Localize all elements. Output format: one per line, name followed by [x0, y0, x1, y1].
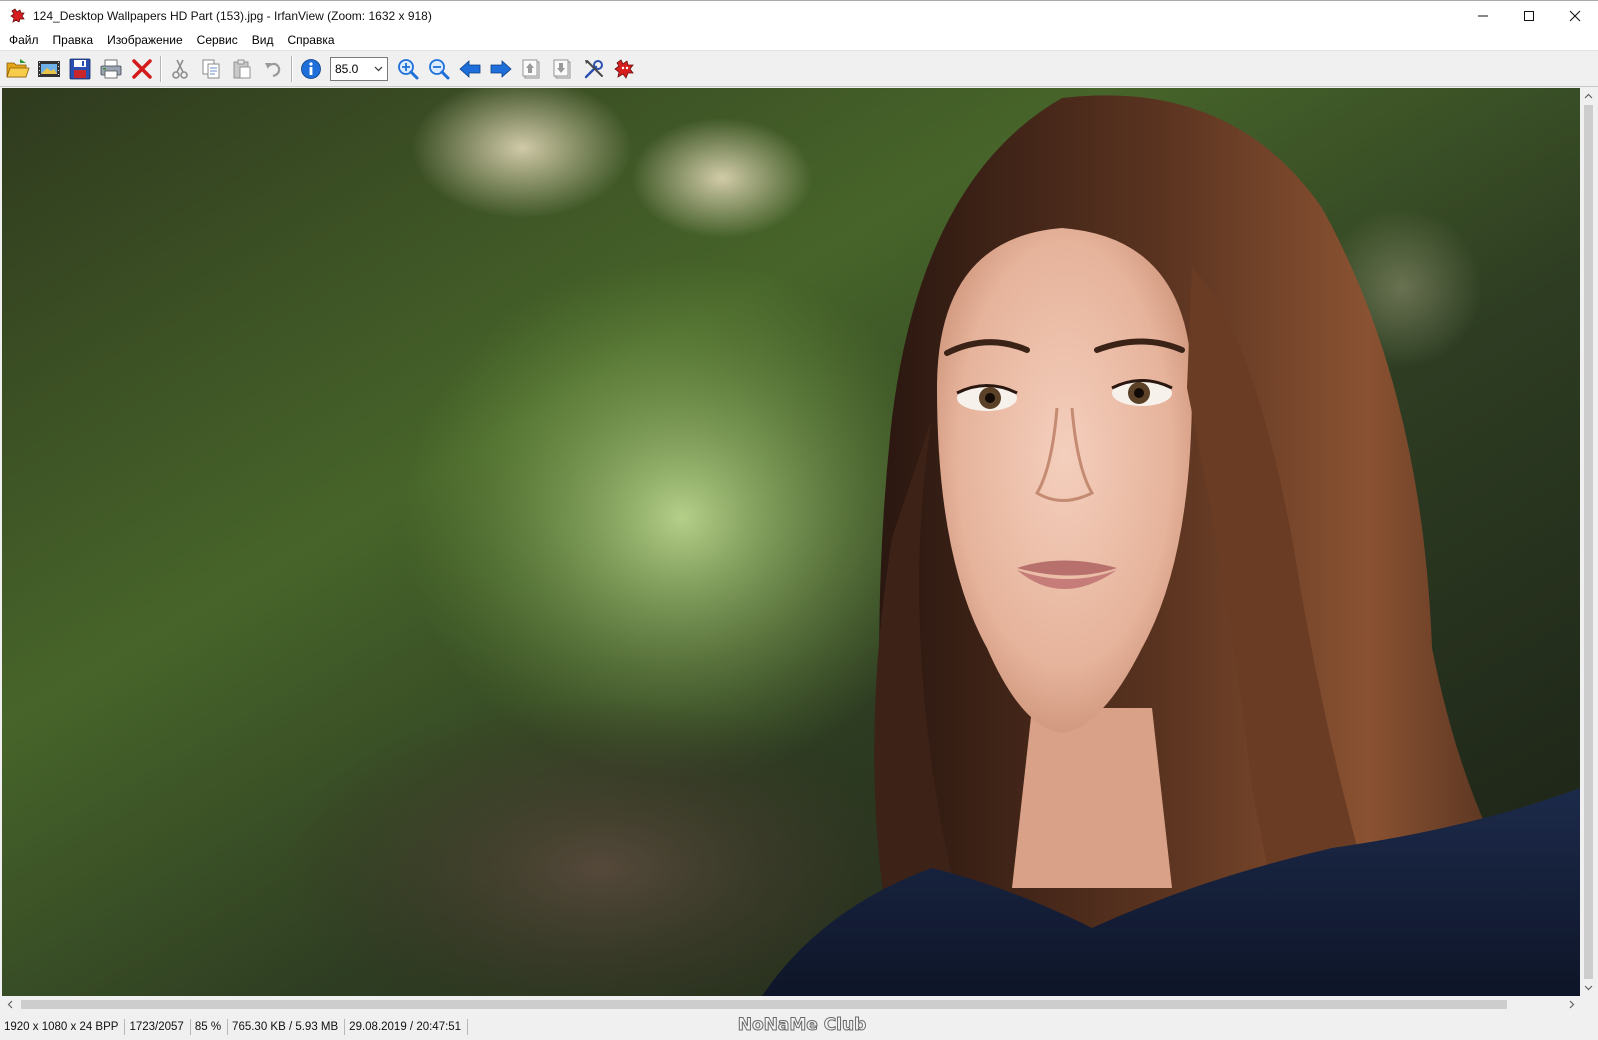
status-dimensions: 1920 x 1080 x 24 BPP: [0, 1018, 126, 1035]
copy-icon[interactable]: [195, 54, 226, 84]
vertical-scroll-thumb[interactable]: [1584, 105, 1593, 979]
zoom-combobox[interactable]: 85.0: [330, 56, 388, 81]
minimize-icon[interactable]: [1460, 1, 1506, 31]
scroll-up-icon[interactable]: [1580, 88, 1597, 105]
menu-file[interactable]: Файл: [2, 30, 46, 50]
status-filesize: 765.30 KB / 5.93 MB: [228, 1018, 346, 1035]
toolbar-separator: [160, 55, 161, 82]
zoom-out-icon[interactable]: [423, 54, 454, 84]
svg-text:NoNaMe Club: NoNaMe Club: [738, 1015, 867, 1035]
save-icon[interactable]: [64, 54, 95, 84]
cut-icon[interactable]: [164, 54, 195, 84]
slideshow-icon[interactable]: [33, 54, 64, 84]
paste-icon[interactable]: [226, 54, 257, 84]
menu-image[interactable]: Изображение: [100, 30, 190, 50]
about-icon[interactable]: [609, 54, 640, 84]
scroll-down-icon[interactable]: [1580, 979, 1597, 996]
title-bar: 124_Desktop Wallpapers HD Part (153).jpg…: [0, 0, 1598, 30]
scrollbar-corner: [1580, 996, 1597, 1013]
status-zoom: 85 %: [191, 1018, 229, 1035]
maximize-icon[interactable]: [1506, 1, 1552, 31]
image-viewer[interactable]: [2, 88, 1580, 996]
first-icon[interactable]: [516, 54, 547, 84]
close-icon[interactable]: [1552, 1, 1598, 31]
menu-bar: Файл Правка Изображение Сервис Вид Справ…: [0, 30, 1598, 50]
delete-icon[interactable]: [126, 54, 157, 84]
photo-canvas: [2, 88, 1580, 996]
undo-icon[interactable]: [257, 54, 288, 84]
watermark-logo: NoNaMe Club: [737, 1015, 867, 1036]
open-icon[interactable]: [2, 54, 33, 84]
menu-edit[interactable]: Правка: [46, 30, 101, 50]
info-icon[interactable]: [295, 54, 326, 84]
toolbar: 85.0: [0, 50, 1598, 87]
last-icon[interactable]: [547, 54, 578, 84]
menu-tools[interactable]: Сервис: [190, 30, 245, 50]
horizontal-scroll-thumb[interactable]: [21, 1000, 1507, 1009]
status-datetime: 29.08.2019 / 20:47:51: [345, 1018, 469, 1035]
irfanview-cat-icon: [9, 7, 27, 25]
status-index: 1723/2057: [125, 1018, 191, 1035]
prev-icon[interactable]: [454, 54, 485, 84]
print-icon[interactable]: [95, 54, 126, 84]
scroll-left-icon[interactable]: [2, 996, 19, 1013]
settings-icon[interactable]: [578, 54, 609, 84]
scroll-right-icon[interactable]: [1563, 996, 1580, 1013]
menu-help[interactable]: Справка: [280, 30, 341, 50]
zoom-in-icon[interactable]: [392, 54, 423, 84]
zoom-value: 85.0: [335, 61, 359, 76]
vertical-scrollbar[interactable]: [1580, 88, 1597, 996]
menu-view[interactable]: Вид: [245, 30, 281, 50]
toolbar-separator: [291, 55, 292, 82]
chevron-down-icon: [374, 66, 383, 72]
next-icon[interactable]: [485, 54, 516, 84]
window-title: 124_Desktop Wallpapers HD Part (153).jpg…: [33, 8, 432, 23]
